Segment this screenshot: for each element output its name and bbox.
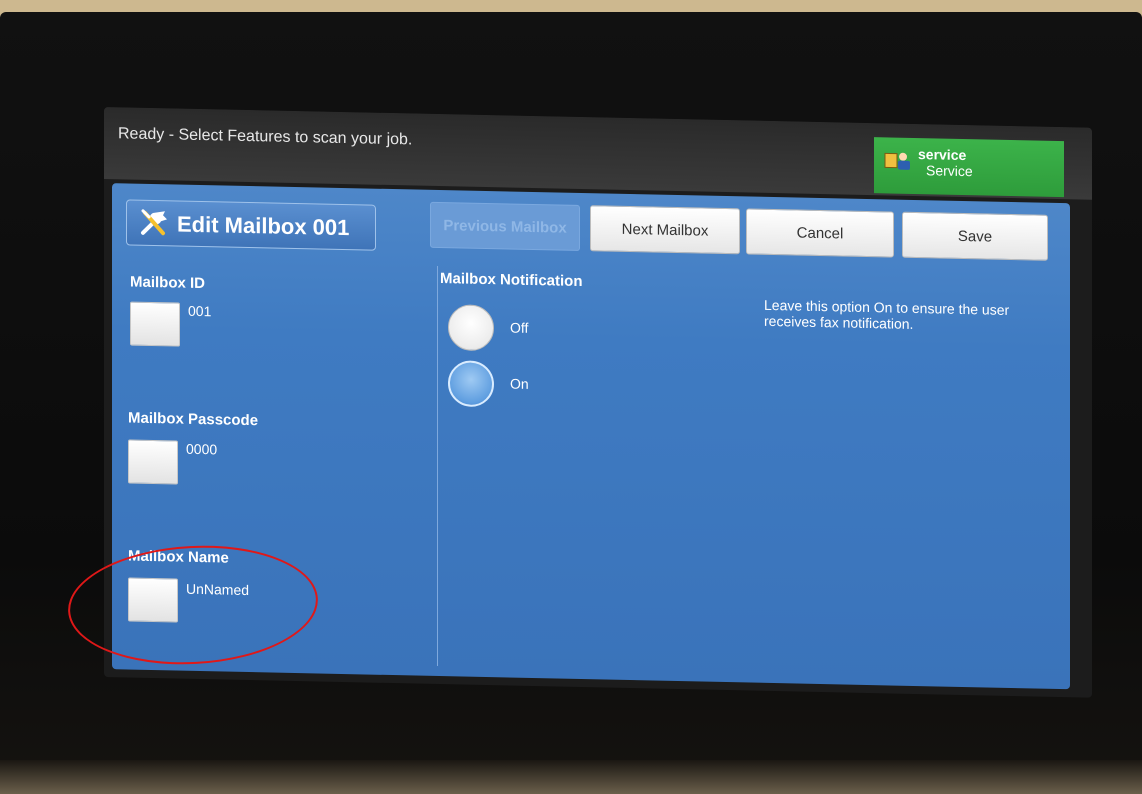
bezel-bottom — [0, 760, 1142, 794]
page-title-tab: Edit Mailbox 001 — [126, 199, 376, 251]
mailbox-passcode-button[interactable] — [128, 439, 178, 485]
save-button[interactable]: Save — [902, 211, 1048, 261]
mailbox-id-button[interactable] — [130, 301, 180, 347]
notification-off-radio[interactable] — [448, 304, 494, 352]
notification-on-label: On — [510, 375, 529, 392]
page-title: Edit Mailbox 001 — [177, 211, 350, 241]
mailbox-id-label: Mailbox ID — [130, 273, 206, 293]
mailbox-passcode-label: Mailbox Passcode — [128, 409, 259, 430]
notification-on-radio[interactable] — [448, 360, 494, 408]
notification-help-text: Leave this option On to ensure the user … — [764, 296, 1010, 332]
next-mailbox-button[interactable]: Next Mailbox — [590, 205, 740, 255]
mailbox-id-value: 001 — [188, 302, 212, 320]
notification-off-label: Off — [510, 319, 529, 336]
user-service-icon — [884, 152, 910, 170]
service-user-badge[interactable]: service Service — [874, 137, 1064, 198]
cancel-button[interactable]: Cancel — [746, 208, 894, 258]
printer-device: Ready - Select Features to scan your job… — [0, 0, 1142, 794]
mailbox-passcode-value: 0000 — [186, 440, 218, 458]
status-message: Ready - Select Features to scan your job… — [118, 125, 413, 149]
mailbox-notification-label: Mailbox Notification — [440, 270, 583, 291]
service-title: service — [918, 146, 967, 164]
service-subtitle: Service — [926, 162, 973, 180]
wrench-screwdriver-icon — [141, 209, 167, 236]
previous-mailbox-button[interactable]: Previous Mailbox — [430, 201, 580, 251]
column-divider — [437, 265, 438, 666]
